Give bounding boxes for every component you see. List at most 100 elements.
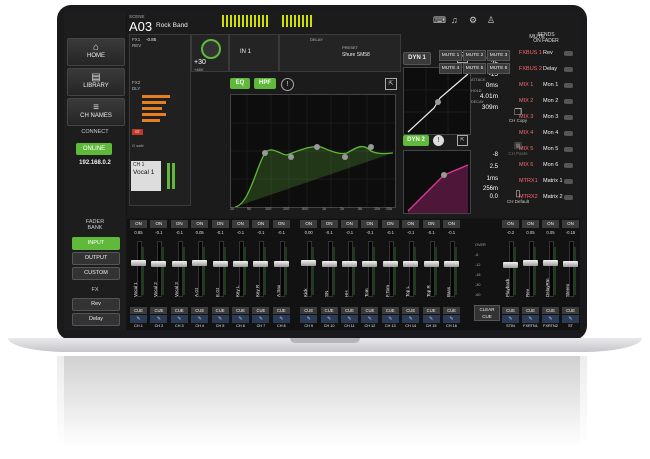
- send-toggle[interactable]: [564, 195, 573, 200]
- on-button[interactable]: ON: [361, 220, 379, 228]
- cue-button[interactable]: CUE: [341, 307, 358, 314]
- on-button[interactable]: ON: [191, 220, 209, 228]
- dyn2-graph[interactable]: [403, 150, 471, 214]
- on-button[interactable]: ON: [522, 220, 539, 228]
- mute-1-button[interactable]: MUTE 1: [439, 50, 462, 61]
- hpf-button[interactable]: HPF: [254, 78, 276, 89]
- send-toggle[interactable]: [564, 163, 573, 168]
- send-row[interactable]: MIX 6 Mon 6: [516, 160, 576, 172]
- cue-button[interactable]: CUE: [130, 307, 147, 314]
- dyn1-graph[interactable]: [403, 67, 471, 135]
- cue-button[interactable]: CUE: [170, 307, 188, 314]
- on-button[interactable]: ON: [232, 220, 249, 228]
- send-toggle[interactable]: [564, 67, 573, 72]
- library-button[interactable]: ▤ LIBRARY: [67, 68, 125, 96]
- send-toggle[interactable]: [564, 147, 573, 152]
- channel-icon[interactable]: ✎: [252, 315, 270, 323]
- scene-number[interactable]: A03: [129, 19, 152, 34]
- on-button[interactable]: ON: [320, 220, 338, 228]
- channel-icon[interactable]: ✎: [191, 315, 209, 323]
- on-button[interactable]: ON: [272, 220, 290, 228]
- mute-5-button[interactable]: MUTE 5: [463, 63, 486, 74]
- channel-icon[interactable]: ✎: [443, 315, 460, 323]
- preset-area[interactable]: DELAY PRESET Shure SM58: [279, 34, 401, 72]
- on-button[interactable]: ON: [502, 220, 519, 228]
- on-button[interactable]: ON: [150, 220, 168, 228]
- send-row[interactable]: MIX 2 Mon 2: [516, 96, 576, 108]
- channel-icon[interactable]: ✎: [422, 315, 440, 323]
- channel-icon[interactable]: ✎: [211, 315, 229, 323]
- user-icon[interactable]: ♙: [487, 15, 495, 26]
- send-toggle[interactable]: [564, 179, 573, 184]
- send-row[interactable]: MIX 5 Mon 5: [516, 144, 576, 156]
- bank-input-button[interactable]: INPUT: [72, 237, 120, 250]
- send-row[interactable]: MTRX1 Matrix 1: [516, 176, 576, 188]
- channel-icon[interactable]: ✎: [522, 315, 539, 323]
- eq-graph[interactable]: [230, 94, 396, 208]
- channel-icon[interactable]: ✎: [272, 315, 290, 323]
- channel-icon[interactable]: ✎: [361, 315, 379, 323]
- channel-name-box[interactable]: CH 1 Vocal 1: [131, 161, 161, 191]
- mute-3-button[interactable]: MUTE 3: [487, 50, 510, 61]
- send-toggle[interactable]: [564, 99, 573, 104]
- dyn1-button[interactable]: DYN 1: [403, 52, 431, 65]
- send-row[interactable]: MIX 1 Mon 1: [516, 80, 576, 92]
- bank-output-button[interactable]: OUTPUT: [72, 252, 120, 265]
- on-button[interactable]: ON: [422, 220, 440, 228]
- channel-icon[interactable]: ✎: [150, 315, 168, 323]
- on-button[interactable]: ON: [211, 220, 229, 228]
- on-button[interactable]: ON: [542, 220, 559, 228]
- cue-button[interactable]: CUE: [522, 307, 539, 314]
- send-row[interactable]: MIX 3 Mon 3: [516, 112, 576, 124]
- on-button[interactable]: ON: [252, 220, 270, 228]
- home-button[interactable]: ⌂ HOME: [67, 38, 125, 66]
- channel-icon[interactable]: ✎: [130, 315, 147, 323]
- cue-button[interactable]: CUE: [422, 307, 440, 314]
- send-toggle[interactable]: [564, 51, 573, 56]
- send-toggle[interactable]: [564, 131, 573, 136]
- cue-button[interactable]: CUE: [232, 307, 249, 314]
- channel-icon[interactable]: ✎: [341, 315, 358, 323]
- info-icon[interactable]: !: [433, 135, 444, 146]
- on-button[interactable]: ON: [562, 220, 579, 228]
- fx-delay-button[interactable]: Delay: [72, 313, 120, 326]
- headphones-icon[interactable]: ♫: [451, 15, 458, 25]
- cue-button[interactable]: CUE: [562, 307, 579, 314]
- channel-icon[interactable]: ✎: [502, 315, 519, 323]
- channel-icon[interactable]: ✎: [232, 315, 249, 323]
- channel-icon[interactable]: ✎: [402, 315, 420, 323]
- channel-icon[interactable]: ✎: [300, 315, 318, 323]
- on-button[interactable]: ON: [341, 220, 358, 228]
- send-row[interactable]: FXBUS 2 Delay: [516, 64, 576, 76]
- cue-button[interactable]: CUE: [150, 307, 168, 314]
- fx-rev-button[interactable]: Rev: [72, 298, 120, 311]
- clear-cue-button[interactable]: CLEAR CUE: [474, 305, 500, 321]
- mute-4-button[interactable]: MUTE 4: [439, 63, 462, 74]
- channel-icon[interactable]: ✎: [542, 315, 559, 323]
- cue-button[interactable]: CUE: [272, 307, 290, 314]
- channel-icon[interactable]: ✎: [562, 315, 579, 323]
- cue-button[interactable]: CUE: [402, 307, 420, 314]
- cue-button[interactable]: CUE: [542, 307, 559, 314]
- send-row[interactable]: FXBUS 1 Rev: [516, 48, 576, 60]
- dyn2-button[interactable]: DYN 2: [403, 135, 429, 146]
- ch-names-button[interactable]: ≡ CH NAMES: [67, 98, 125, 126]
- on-button[interactable]: ON: [402, 220, 420, 228]
- st-badge[interactable]: ST: [132, 129, 143, 135]
- send-toggle[interactable]: [564, 115, 573, 120]
- input-patch[interactable]: IN 1: [229, 34, 279, 72]
- on-button[interactable]: ON: [300, 220, 318, 228]
- channel-icon[interactable]: ✎: [320, 315, 338, 323]
- send-row[interactable]: MIX 4 Mon 4: [516, 128, 576, 140]
- keyboard-icon[interactable]: ⌨: [433, 15, 446, 26]
- cue-button[interactable]: CUE: [191, 307, 209, 314]
- gain-knob[interactable]: [201, 39, 221, 59]
- channel-icon[interactable]: ✎: [170, 315, 188, 323]
- on-button[interactable]: ON: [170, 220, 188, 228]
- gear-icon[interactable]: ⚙: [469, 15, 477, 26]
- online-button[interactable]: ONLINE: [76, 143, 112, 155]
- cue-button[interactable]: CUE: [502, 307, 519, 314]
- cue-button[interactable]: CUE: [381, 307, 399, 314]
- expand-icon[interactable]: ⇱: [457, 135, 468, 146]
- cue-button[interactable]: CUE: [361, 307, 379, 314]
